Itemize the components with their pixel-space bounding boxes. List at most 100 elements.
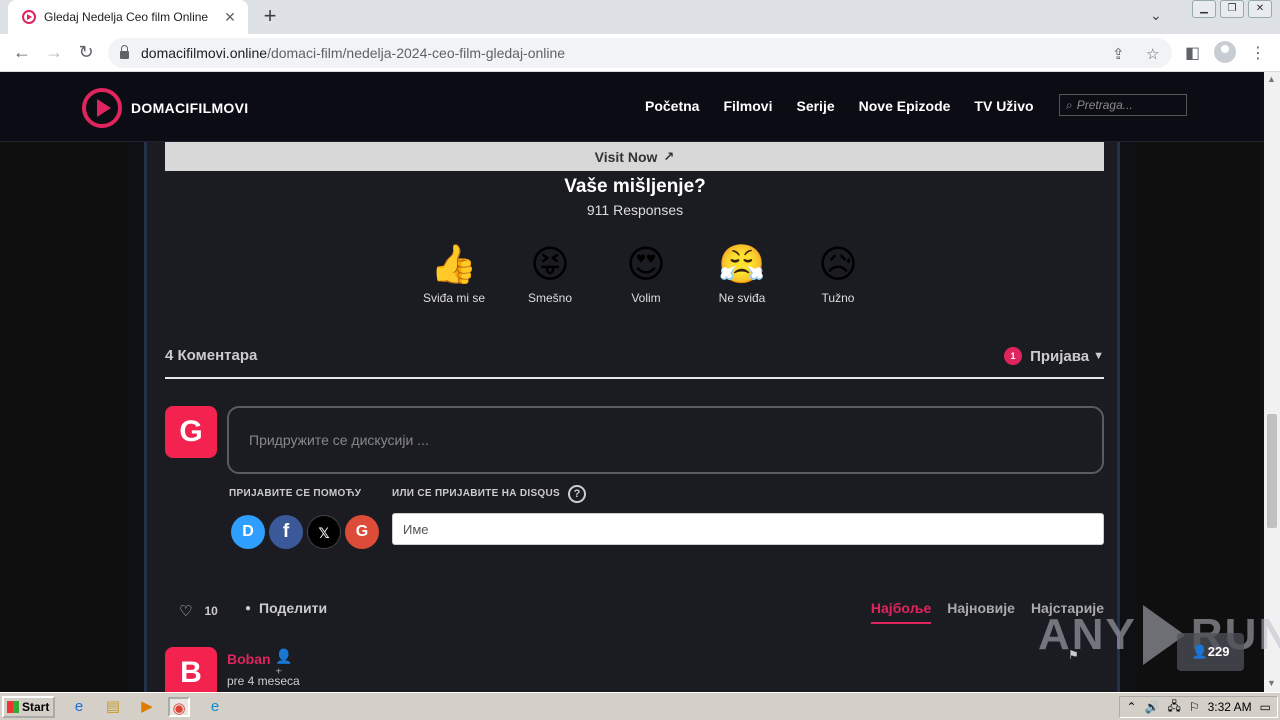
nav-series[interactable]: Serije — [796, 98, 834, 114]
volume-icon[interactable]: 🔊 — [1145, 700, 1160, 714]
disqus-sign-in-label: ИЛИ СЕ ПРИЈАВИТЕ НА DISQUS — [392, 488, 560, 499]
file-explorer-icon[interactable]: ▤ — [102, 697, 124, 717]
reaction-dislike[interactable]: 😤 Ne sviđa — [694, 244, 790, 305]
scroll-thumb[interactable] — [1267, 414, 1277, 528]
nav-movies[interactable]: Filmovi — [723, 98, 772, 114]
reaction-love[interactable]: 😍 Volim — [598, 244, 694, 305]
favorite-button[interactable]: ♡ 10 — [179, 602, 218, 620]
reaction-label: Ne sviđa — [718, 291, 766, 305]
browser-tab-strip: Gledaj Nedelja Ceo film Online ✕ + ⌄ ▁ ❐… — [0, 0, 1280, 34]
login-dropdown[interactable]: 1 Пријава ▼ — [1004, 347, 1104, 365]
heart-icon: ♡ — [179, 603, 193, 620]
comment-input[interactable]: Придружите се дискусији ... — [227, 406, 1104, 474]
tab-close-icon[interactable]: ✕ — [222, 9, 238, 26]
page-scrollbar[interactable]: ▲ ▼ — [1264, 72, 1280, 692]
tray-expand-icon[interactable]: ⌃ — [1126, 700, 1136, 714]
show-desktop-icon[interactable]: ▭ — [1260, 700, 1271, 714]
back-arrow-icon[interactable]: ← — [11, 42, 33, 62]
share-label: Поделити — [259, 600, 328, 616]
edge-icon[interactable]: e — [204, 697, 226, 717]
chrome-icon[interactable]: ◉ — [168, 697, 190, 717]
comment-author[interactable]: Boban — [227, 651, 271, 667]
guest-avatar: G — [165, 406, 217, 458]
user-icon: 👤 — [1191, 644, 1208, 659]
reaction-label: Sviđa mi se — [422, 291, 486, 305]
network-icon[interactable]: 🖧 — [1167, 697, 1180, 718]
lock-icon — [120, 45, 129, 59]
reaction-label: Smešno — [527, 291, 573, 305]
sad-face-icon: 😥 — [818, 244, 858, 286]
sort-newest[interactable]: Најновије — [947, 600, 1015, 624]
internet-explorer-icon[interactable]: e — [68, 697, 90, 717]
heart-eyes-icon: 😍 — [626, 244, 666, 286]
login-label: Пријава — [1030, 347, 1090, 365]
action-center-flag-icon[interactable]: ⚐ — [1189, 700, 1200, 714]
angry-face-icon: 😤 — [718, 244, 766, 286]
scroll-up-arrow-icon[interactable]: ▲ — [1267, 74, 1276, 84]
search-placeholder: Pretraga... — [1076, 98, 1133, 112]
side-panel-icon[interactable]: ◧ — [1185, 43, 1200, 63]
nav-home[interactable]: Početna — [645, 98, 699, 114]
minimize-button[interactable]: ▁ — [1192, 0, 1216, 18]
share-icon[interactable]: ⇪ — [1112, 45, 1125, 63]
reactions-row: 👍 Sviđa mi se 😝 Smešno 😍 Volim 😤 Ne sviđ… — [406, 244, 886, 305]
page-viewport: DOMACIFILMOVI Početna Filmovi Serije Nov… — [0, 72, 1264, 692]
facebook-login-button[interactable]: f — [269, 515, 303, 549]
address-bar[interactable]: domacifilmovi.online/domaci-film/nedelja… — [108, 38, 1172, 68]
comments-header: 4 Коментара 1 Пријава ▼ — [165, 347, 1104, 379]
google-login-button[interactable]: G — [345, 515, 379, 549]
site-logo[interactable]: DOMACIFILMOVI — [82, 88, 248, 128]
name-placeholder: Име — [403, 521, 429, 537]
reload-icon[interactable]: ↻ — [75, 42, 97, 62]
report-flag-icon[interactable]: ⚑ — [1068, 648, 1079, 662]
new-tab-button[interactable]: + — [258, 4, 282, 28]
comment-time[interactable]: pre 4 meseca — [227, 674, 300, 688]
left-background-panel — [0, 142, 127, 692]
visit-now-button[interactable]: Visit Now ↗ — [165, 142, 1104, 171]
brand-name: DOMACIFILMOVI — [131, 100, 249, 116]
likes-count: 10 — [204, 604, 218, 618]
reaction-like[interactable]: 👍 Sviđa mi se — [406, 244, 502, 305]
close-window-button[interactable]: ✕ — [1248, 0, 1272, 18]
reaction-label: Tužno — [821, 291, 855, 305]
help-icon[interactable]: ? — [568, 485, 586, 503]
forward-arrow-icon[interactable]: → — [43, 42, 65, 62]
reaction-sad[interactable]: 😥 Tužno — [790, 244, 886, 305]
url-text[interactable]: domacifilmovi.online/domaci-film/nedelja… — [141, 45, 565, 61]
nav-new-episodes[interactable]: Nove Epizode — [859, 98, 951, 114]
name-field[interactable]: Име — [392, 513, 1104, 545]
nav-live-tv[interactable]: TV Uživo — [974, 98, 1033, 114]
x-login-button[interactable]: 𝕏 — [307, 515, 341, 549]
opinion-title: Vaše mišljenje? — [564, 176, 706, 197]
external-link-icon: ↗ — [663, 148, 675, 164]
os-taskbar: Start e ▤ ▶ ◉ e ⌃ 🔊 🖧 ⚐ 3:32 AM ▭ — [0, 692, 1280, 720]
clock[interactable]: 3:32 AM — [1208, 700, 1252, 714]
commenter-avatar[interactable]: B — [165, 647, 217, 692]
search-input[interactable]: ⌕ Pretraga... — [1059, 94, 1187, 116]
tab-search-chevron-icon[interactable]: ⌄ — [1150, 7, 1162, 24]
viewer-count-badge: 👤229 — [1177, 633, 1244, 671]
menu-kebab-icon[interactable]: ⋮ — [1250, 43, 1266, 63]
play-logo-icon — [82, 88, 122, 128]
sign-in-with-label: ПРИЈАВИТЕ СЕ ПОМОЋУ — [229, 488, 362, 499]
scroll-down-arrow-icon[interactable]: ▼ — [1267, 678, 1276, 688]
tab-title: Gledaj Nedelja Ceo film Online — [44, 10, 209, 24]
browser-toolbar: ← → ↻ domacifilmovi.online/domaci-film/n… — [0, 34, 1280, 72]
browser-tab[interactable]: Gledaj Nedelja Ceo film Online ✕ — [8, 0, 248, 34]
disqus-login-button[interactable]: D — [231, 515, 265, 549]
reaction-funny[interactable]: 😝 Smešno — [502, 244, 598, 305]
bullet-icon: ● — [245, 602, 252, 614]
restore-button[interactable]: ❐ — [1220, 0, 1244, 18]
site-header: DOMACIFILMOVI Početna Filmovi Serije Nov… — [0, 72, 1264, 142]
share-button[interactable]: ● Поделити — [245, 600, 327, 616]
search-icon: ⌕ — [1066, 97, 1073, 112]
caret-down-icon: ▼ — [1093, 350, 1104, 362]
site-favicon-icon — [22, 10, 36, 24]
sort-best[interactable]: Најбоље — [870, 600, 932, 624]
main-nav: Početna Filmovi Serije Nove Epizode TV U… — [645, 98, 1034, 114]
profile-avatar-icon[interactable] — [1214, 41, 1236, 63]
responses-count: 911 Responses — [586, 202, 684, 218]
media-player-icon[interactable]: ▶ — [136, 697, 158, 717]
start-button[interactable]: Start — [2, 696, 55, 718]
bookmark-star-icon[interactable]: ☆ — [1146, 45, 1159, 63]
